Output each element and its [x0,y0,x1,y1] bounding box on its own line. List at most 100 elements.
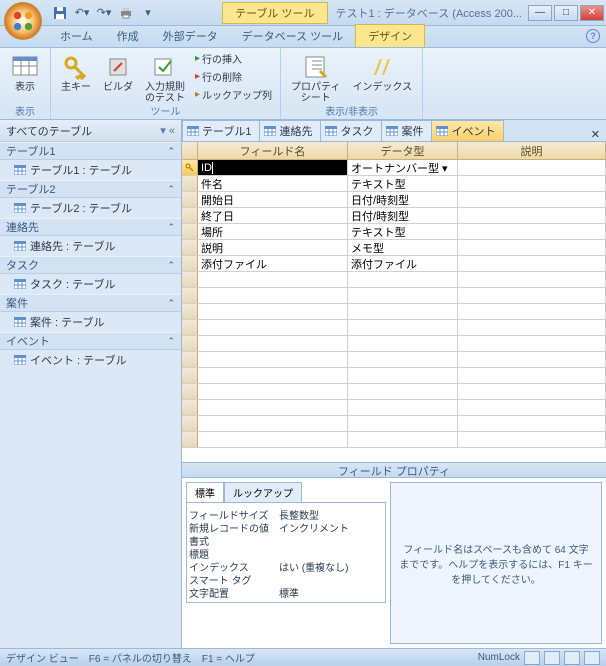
col-header-type[interactable]: データ型 [348,142,458,159]
description-cell[interactable] [458,224,606,239]
description-cell[interactable] [458,320,606,335]
data-type-cell[interactable] [348,320,458,335]
office-button[interactable] [4,2,42,40]
table-row[interactable] [182,432,606,448]
table-row[interactable] [182,352,606,368]
row-selector[interactable] [182,192,198,207]
description-cell[interactable] [458,368,606,383]
field-name-cell[interactable] [198,368,348,383]
data-type-cell[interactable] [348,416,458,431]
nav-item[interactable]: 連絡先 : テーブル [0,236,181,256]
nav-group-header[interactable]: テーブル2⌃ [0,180,181,198]
table-row[interactable] [182,400,606,416]
prop-tab-lookup[interactable]: ルックアップ [224,482,302,503]
redo-button[interactable]: ↷▾ [94,3,114,23]
doc-tab[interactable]: テーブル1 [182,120,260,141]
nav-item[interactable]: タスク : テーブル [0,274,181,294]
validation-button[interactable]: 入力規則 のテスト [141,50,189,106]
row-selector[interactable] [182,256,198,271]
view-design-button[interactable] [524,651,540,665]
view-button[interactable]: 表示 [6,50,44,95]
tab-home[interactable]: ホーム [48,25,105,47]
data-type-cell[interactable] [348,400,458,415]
row-selector[interactable] [182,368,198,383]
field-name-cell[interactable] [198,416,348,431]
property-row[interactable]: 文字配置標準 [189,585,383,598]
field-name-cell[interactable] [198,304,348,319]
table-row[interactable] [182,336,606,352]
description-cell[interactable] [458,416,606,431]
field-name-cell[interactable] [198,400,348,415]
data-type-cell[interactable] [348,272,458,287]
tab-external[interactable]: 外部データ [151,25,230,47]
doc-tab[interactable]: 案件 [381,120,432,141]
row-selector[interactable] [182,336,198,351]
field-name-cell[interactable]: 件名 [198,176,348,191]
row-selector[interactable] [182,224,198,239]
data-type-cell[interactable]: 添付ファイル [348,256,458,271]
data-type-cell[interactable]: メモ型 [348,240,458,255]
close-tab-button[interactable]: ✕ [585,128,606,141]
row-selector[interactable] [182,176,198,191]
builder-button[interactable]: ビルダ [99,50,137,95]
row-selector[interactable] [182,320,198,335]
view-pivot-button[interactable] [564,651,580,665]
description-cell[interactable] [458,272,606,287]
data-type-cell[interactable] [348,288,458,303]
data-type-cell[interactable]: 日付/時刻型 [348,192,458,207]
row-selector[interactable] [182,416,198,431]
description-cell[interactable] [458,176,606,191]
table-row[interactable]: 開始日日付/時刻型 [182,192,606,208]
minimize-button[interactable]: — [528,5,552,21]
property-sheet-button[interactable]: プロパティ シート [287,50,344,106]
indexes-button[interactable]: インデックス [348,50,416,95]
nav-group-header[interactable]: タスク⌃ [0,256,181,274]
table-row[interactable] [182,416,606,432]
description-cell[interactable] [458,336,606,351]
property-row[interactable]: フィールドサイズ長整数型 [189,507,383,520]
description-cell[interactable] [458,352,606,367]
field-name-cell[interactable] [198,432,348,447]
data-type-cell[interactable]: テキスト型 [348,224,458,239]
description-cell[interactable] [458,160,606,175]
property-row[interactable]: インデックスはい (重複なし) [189,559,383,572]
close-button[interactable]: ✕ [580,5,604,21]
col-header-name[interactable]: フィールド名 [198,142,348,159]
description-cell[interactable] [458,256,606,271]
view-chart-button[interactable] [584,651,600,665]
table-row[interactable]: 場所テキスト型 [182,224,606,240]
save-button[interactable] [50,3,70,23]
qat-customize[interactable]: ▾ [138,3,158,23]
field-name-cell[interactable] [198,384,348,399]
maximize-button[interactable]: □ [554,5,578,21]
data-type-cell[interactable] [348,352,458,367]
row-selector[interactable] [182,400,198,415]
nav-item[interactable]: テーブル1 : テーブル [0,160,181,180]
description-cell[interactable] [458,384,606,399]
doc-tab[interactable]: イベント [431,120,504,141]
table-row[interactable]: 説明メモ型 [182,240,606,256]
field-name-cell[interactable]: 終了日 [198,208,348,223]
doc-tab[interactable]: タスク [320,120,382,141]
description-cell[interactable] [458,432,606,447]
nav-group-header[interactable]: テーブル1⌃ [0,142,181,160]
data-type-cell[interactable]: 日付/時刻型 [348,208,458,223]
row-selector[interactable] [182,304,198,319]
row-selector[interactable] [182,288,198,303]
description-cell[interactable] [458,208,606,223]
data-type-cell[interactable] [348,336,458,351]
field-name-cell[interactable]: ID [198,160,348,175]
field-name-cell[interactable] [198,352,348,367]
col-header-desc[interactable]: 説明 [458,142,606,159]
data-type-cell[interactable]: テキスト型 [348,176,458,191]
nav-header[interactable]: すべてのテーブル ▾ « [0,120,181,142]
row-selector[interactable] [182,432,198,447]
row-selector[interactable] [182,240,198,255]
table-row[interactable] [182,288,606,304]
field-name-cell[interactable]: 添付ファイル [198,256,348,271]
table-row[interactable] [182,368,606,384]
doc-tab[interactable]: 連絡先 [259,120,321,141]
property-row[interactable]: スマート タグ [189,572,383,585]
help-button[interactable]: ? [586,29,600,43]
table-row[interactable] [182,272,606,288]
